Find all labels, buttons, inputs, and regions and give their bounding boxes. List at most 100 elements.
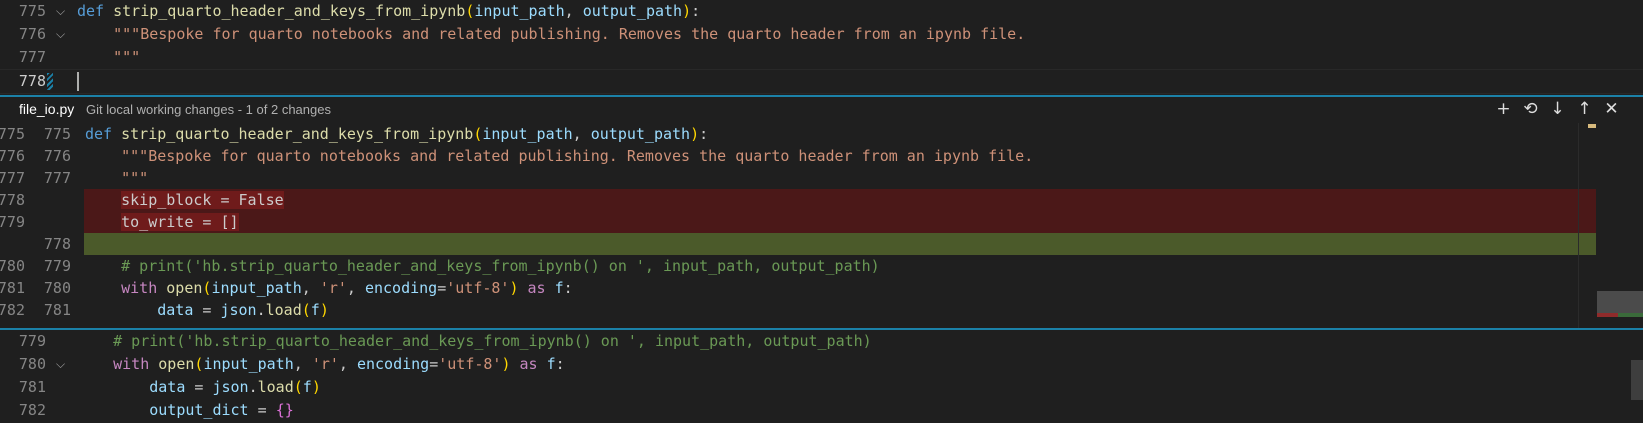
original-line-number: 781: [0, 279, 25, 297]
code-token: with: [85, 279, 167, 297]
modified-line-number: 776: [43, 147, 71, 165]
original-line-number: 782: [0, 301, 25, 319]
line-number: 778: [18, 72, 46, 90]
code-token: 'r': [319, 279, 347, 297]
code-text: """: [85, 167, 148, 189]
next-change-icon[interactable]: ↓: [1548, 98, 1567, 120]
code-token: ): [501, 355, 511, 373]
code-text: data = json.load(f): [85, 299, 329, 321]
code-token: =: [437, 279, 447, 297]
diff-line[interactable]: 780 779 # print('hb.strip_quarto_header_a…: [0, 255, 1643, 277]
code-line[interactable]: 781 data = json.load(f): [0, 376, 1643, 399]
code-token: ,: [293, 355, 312, 373]
code-token: output_path: [582, 2, 683, 20]
overview-inserted-mark: [1618, 313, 1643, 317]
code-line[interactable]: 780 ⌵ with open(input_path, 'r', encoding…: [0, 353, 1643, 376]
code-token: {}: [275, 401, 294, 419]
code-token: input_path: [203, 355, 294, 373]
code-text: output_dict = {}: [77, 399, 294, 422]
editor-scrollbar-thumb[interactable]: [1631, 360, 1643, 400]
close-icon[interactable]: ✕: [1602, 98, 1621, 120]
top-editor-pane[interactable]: 775 ⌵ def strip_quarto_header_and_keys_fro…: [0, 0, 1643, 96]
code-token: data: [77, 378, 186, 396]
code-line[interactable]: 779 # print('hb.strip_quarto_header_and_…: [0, 330, 1643, 353]
code-text: """Bespoke for quarto notebooks and rela…: [85, 145, 1033, 167]
modified-line-number: 779: [43, 257, 71, 275]
text-cursor: [77, 72, 79, 91]
chevron-down-icon[interactable]: ⌵: [56, 353, 70, 376]
code-token: open: [158, 355, 195, 373]
code-token: ,: [564, 2, 583, 20]
modified-line-number: 780: [43, 279, 71, 297]
code-token: def: [77, 2, 114, 20]
modified-line-number: 777: [43, 169, 71, 187]
modified-line-number: 778: [43, 235, 71, 253]
deleted-line-highlight: [84, 211, 1596, 233]
code-token: strip_quarto_header_and_keys_from_ipynb: [121, 125, 474, 143]
code-line[interactable]: 777 """: [0, 46, 1643, 69]
code-token: 'utf-8': [446, 279, 510, 297]
code-text: def strip_quarto_header_and_keys_from_ip…: [85, 123, 708, 145]
inserted-line-highlight: [84, 233, 1596, 255]
line-number: 781: [18, 378, 46, 396]
code-token: f: [554, 279, 564, 297]
code-token: ): [509, 279, 519, 297]
diff-line[interactable]: 778: [0, 233, 1643, 255]
line-number: 777: [18, 48, 46, 66]
code-token: (: [301, 301, 311, 319]
diff-line[interactable]: 775 775 def strip_quarto_header_and_keys_f…: [0, 123, 1643, 145]
code-token: .: [248, 378, 258, 396]
code-token: as: [510, 355, 547, 373]
chevron-down-icon[interactable]: ⌵: [56, 23, 70, 46]
peek-file-name[interactable]: file_io.py: [19, 101, 74, 117]
line-number: 776: [18, 25, 46, 43]
code-token: :: [555, 355, 565, 373]
code-line[interactable]: 778: [0, 69, 1643, 94]
bottom-editor-pane[interactable]: 779 # print('hb.strip_quarto_header_and_…: [0, 330, 1643, 423]
modified-line-number: 775: [43, 125, 71, 143]
code-token: ,: [572, 125, 591, 143]
diff-line[interactable]: 776 776 """Bespoke for quarto notebooks a…: [0, 145, 1643, 167]
code-token: =: [248, 401, 276, 419]
code-token: 'r': [311, 355, 339, 373]
original-line-number: 779: [0, 213, 25, 231]
code-token: :: [699, 125, 709, 143]
diff-line[interactable]: 782 781 data = json.load(f): [0, 299, 1643, 321]
code-text: skip_block = False: [85, 189, 284, 211]
diff-line[interactable]: 781 780 with open(input_path, 'r', encodi…: [0, 277, 1643, 299]
code-token: :: [691, 2, 701, 20]
code-token: =: [193, 301, 221, 319]
chevron-down-icon[interactable]: ⌵: [56, 0, 70, 23]
peek-scrollbar-thumb[interactable]: [1597, 291, 1643, 313]
code-token: load: [257, 378, 294, 396]
diff-line[interactable]: 778 skip_block = False: [0, 189, 1643, 211]
code-token: f: [546, 355, 556, 373]
code-line[interactable]: 775 ⌵ def strip_quarto_header_and_keys_fro…: [0, 0, 1643, 23]
peek-diff-body[interactable]: 775 775 def strip_quarto_header_and_keys_f…: [0, 123, 1643, 328]
original-line-number: 776: [0, 147, 25, 165]
stage-change-icon[interactable]: +: [1494, 98, 1513, 120]
code-token: skip_block = False: [121, 191, 284, 209]
code-text: to_write = []: [85, 211, 239, 233]
code-token: input_path: [211, 279, 302, 297]
original-line-number: 780: [0, 257, 25, 275]
original-line-number: 775: [0, 125, 25, 143]
code-token: f: [310, 301, 320, 319]
code-token: =: [429, 355, 439, 373]
code-line[interactable]: 782 output_dict = {}: [0, 399, 1643, 422]
diff-peek-widget: file_io.py Git local working changes - 1…: [0, 95, 1643, 330]
diff-line[interactable]: 779 to_write = []: [0, 211, 1643, 233]
modified-gutter-marker[interactable]: [47, 73, 53, 90]
code-token: open: [166, 279, 203, 297]
diff-line[interactable]: 777 777 """: [0, 167, 1643, 189]
code-line[interactable]: 776 ⌵ """Bespoke for quarto notebooks and…: [0, 23, 1643, 46]
previous-change-icon[interactable]: ↑: [1575, 98, 1594, 120]
peek-header: file_io.py Git local working changes - 1…: [0, 97, 1643, 123]
code-token: =: [185, 378, 213, 396]
revert-change-icon[interactable]: ⟲: [1521, 98, 1540, 120]
line-number: 775: [18, 2, 46, 20]
code-text: def strip_quarto_header_and_keys_from_ip…: [77, 0, 700, 23]
code-token: (: [473, 125, 483, 143]
code-token: ): [690, 125, 700, 143]
code-token: load: [265, 301, 302, 319]
